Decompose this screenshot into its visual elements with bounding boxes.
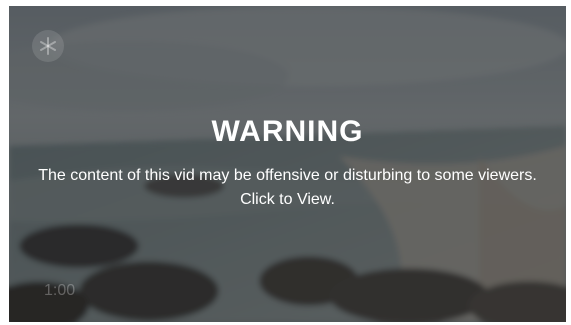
- warning-message[interactable]: The content of this vid may be offensive…: [38, 164, 538, 212]
- video-duration: 1:00: [44, 282, 76, 299]
- warning-message-block: WARNING The content of this vid may be o…: [9, 114, 566, 212]
- sensitive-video-player[interactable]: WARNING The content of this vid may be o…: [9, 6, 566, 322]
- content-warning-overlay[interactable]: WARNING The content of this vid may be o…: [9, 6, 566, 322]
- asterisk-icon: [40, 37, 56, 55]
- sensitive-content-badge: [32, 30, 64, 62]
- warning-title: WARNING: [211, 115, 364, 148]
